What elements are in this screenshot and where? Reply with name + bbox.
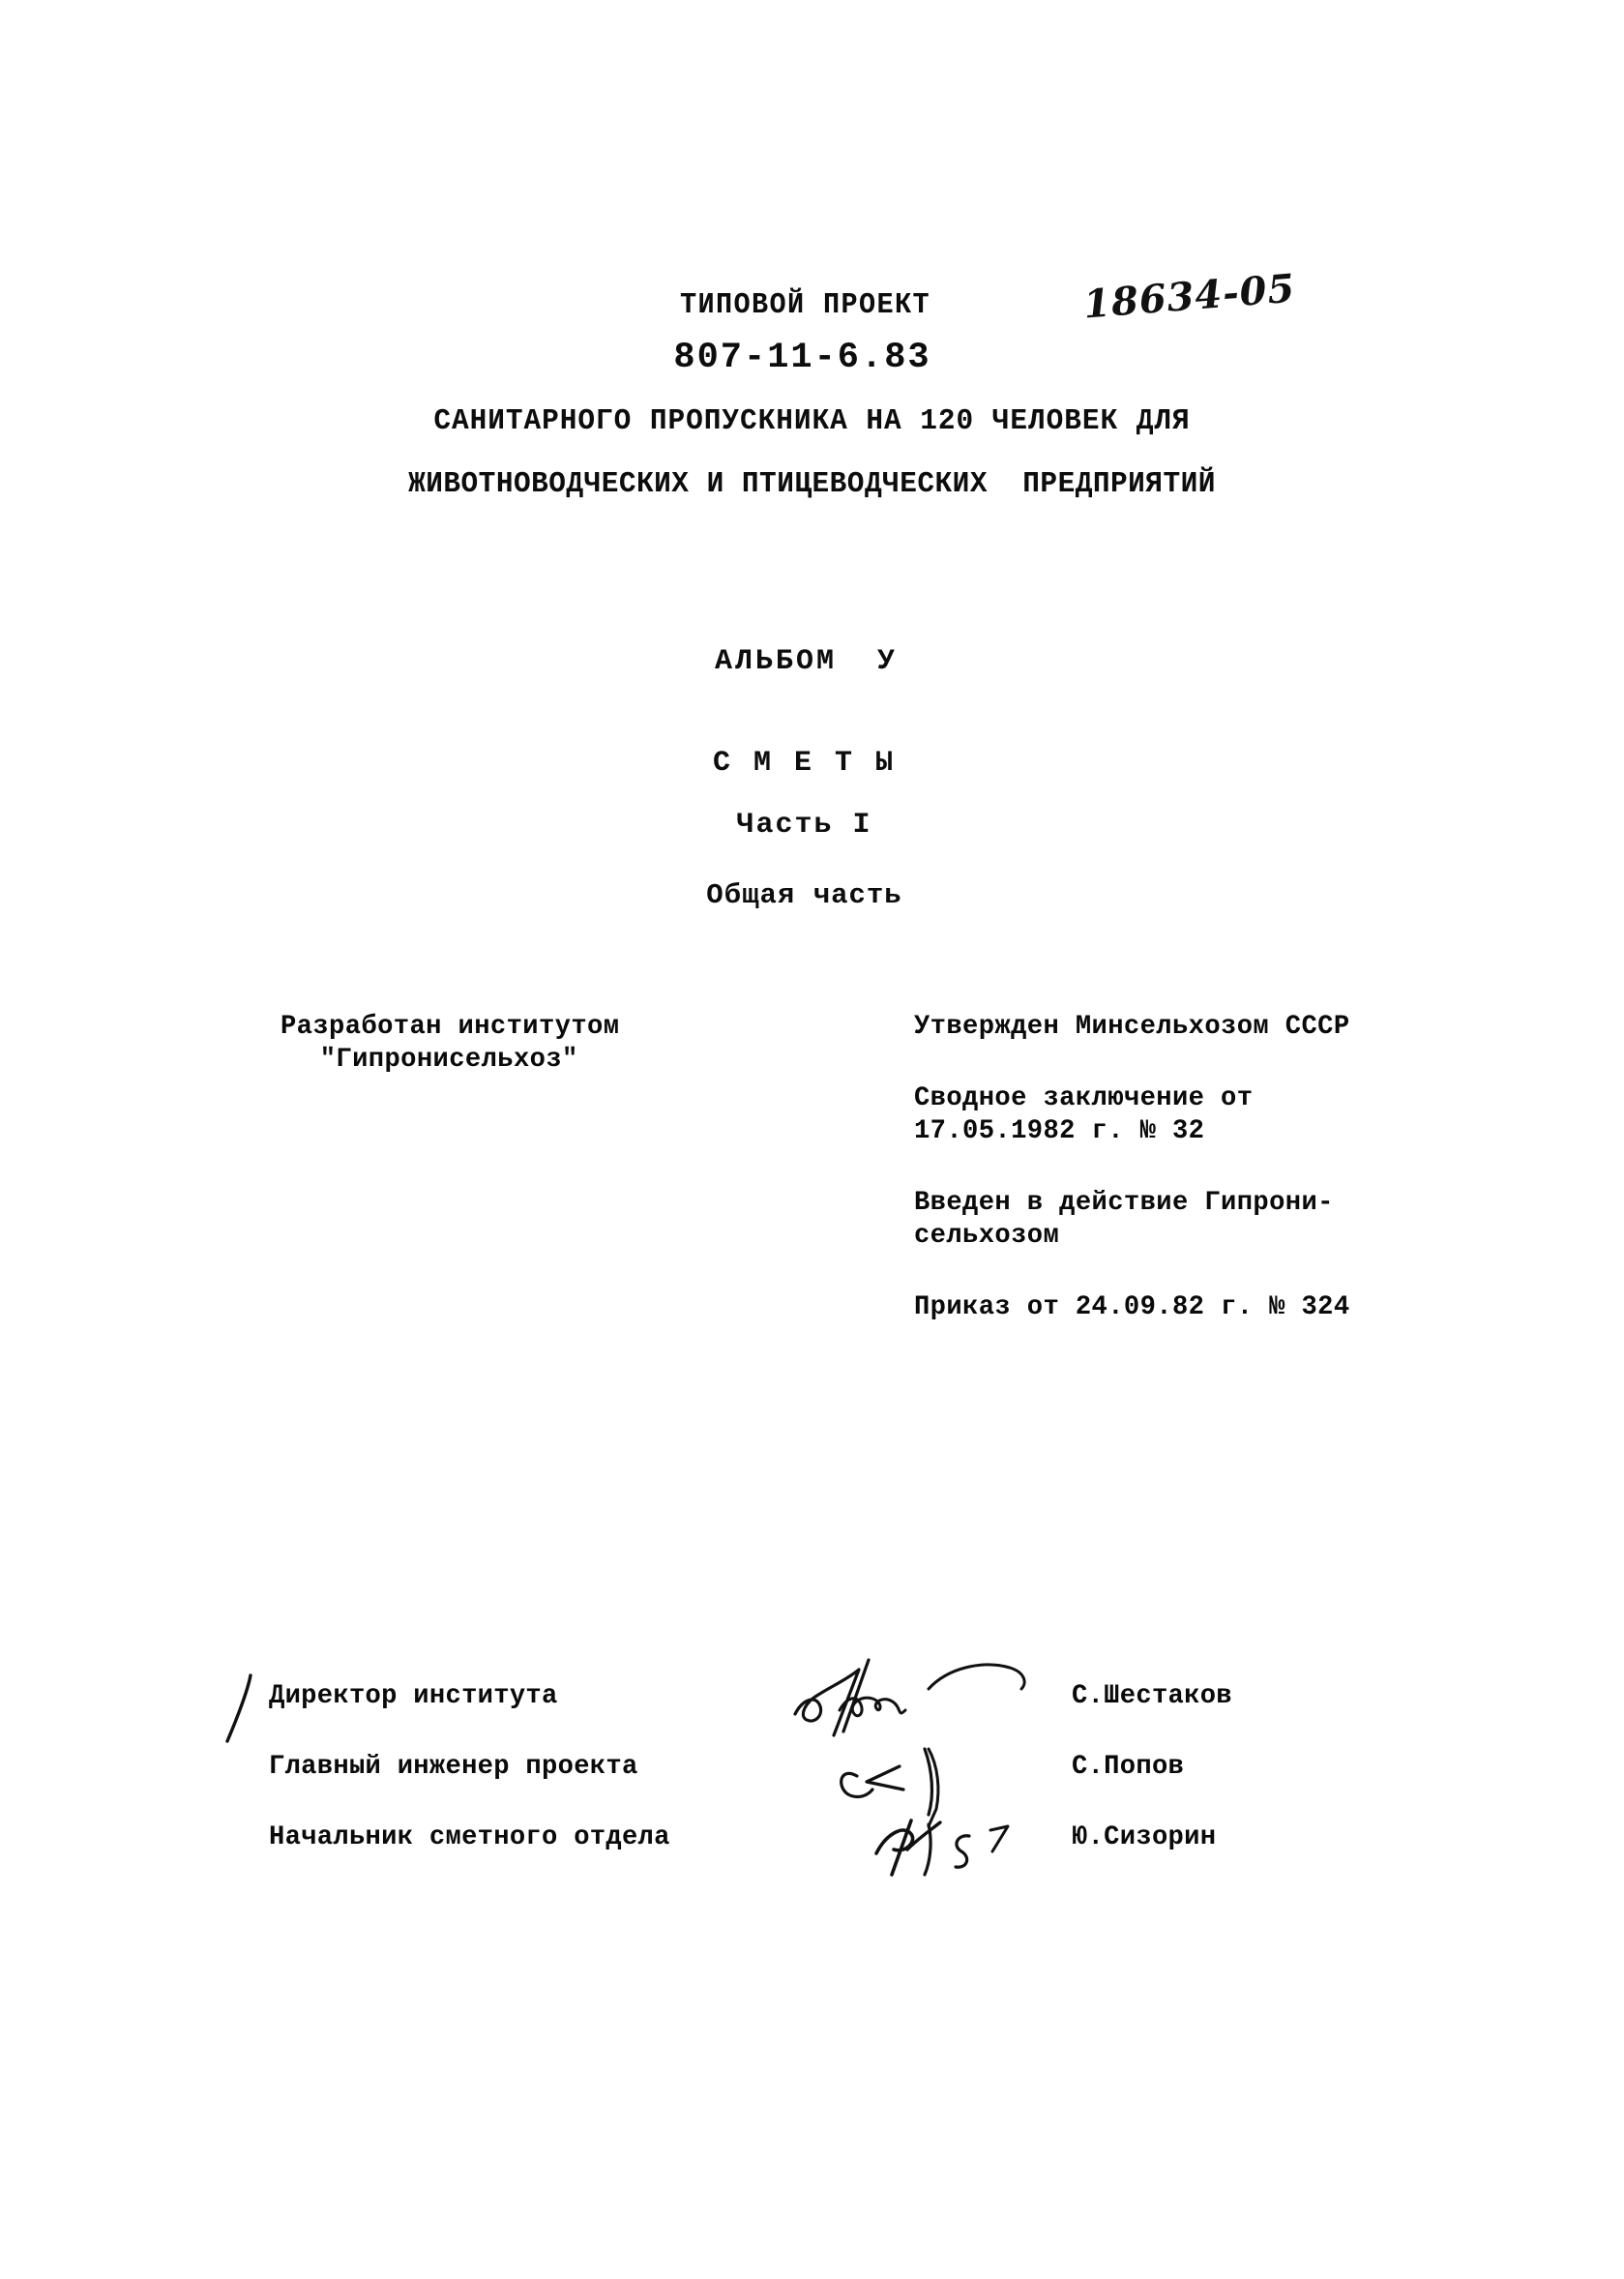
signatory-name: Ю.Сизорин [1072, 1822, 1217, 1852]
signature-row: Начальник сметного отдела Ю.Сизорин [269, 1822, 1352, 1893]
signatory-name: С.Шестаков [1072, 1681, 1232, 1711]
conclusion-line-2: 17.05.1982 г. № 32 [914, 1116, 1205, 1146]
order-line: Приказ от 24.09.82 г. № 324 [914, 1292, 1350, 1322]
handwritten-slash-mark [225, 1673, 252, 1743]
developer-column: Разработан институтом "Гипронисельхоз" [281, 1014, 822, 1074]
signatory-role: Директор института [269, 1681, 558, 1711]
section-title: С М Е Т Ы [712, 747, 897, 780]
project-type-kicker: ТИПОВОЙ ПРОЕКТ [680, 288, 930, 322]
signature-row: Директор института С.Шестаков [269, 1681, 1352, 1752]
document-page: ТИПОВОЙ ПРОЕКТ 807-11-6.83 18634-05 САНИ… [0, 0, 1624, 2279]
signature-block: Директор института С.Шестаков Главный ин… [269, 1681, 1352, 1893]
developer-institute-name: "Гипронисельхоз" [319, 1045, 578, 1075]
project-code: 807-11-6.83 [673, 338, 931, 378]
project-subtitle-line-1: САНИТАРНОГО ПРОПУСКНИКА НА 120 ЧЕЛОВЕК Д… [433, 404, 1191, 438]
conclusion-line-1: Сводное заключение от [914, 1083, 1254, 1113]
signatory-role: Начальник сметного отдела [269, 1822, 670, 1852]
signatory-name: С.Попов [1072, 1752, 1185, 1782]
approval-column: Утвержден Минсельхозом СССР Сводное закл… [914, 1014, 1514, 1321]
developed-by-label: Разработан институтом [281, 1012, 620, 1042]
signature-row: Главный инженер проекта С.Попов [269, 1752, 1352, 1822]
enacted-line-1: Введен в действие Гипрони- [914, 1188, 1334, 1218]
album-label: АЛЬБОМ У [714, 645, 899, 678]
part-number: Часть I [736, 809, 872, 842]
part-subtitle: Общая часть [706, 879, 902, 911]
approved-by-line: Утвержден Минсельхозом СССР [914, 1012, 1350, 1042]
enacted-line-2: сельхозом [914, 1221, 1060, 1251]
signatory-role: Главный инженер проекта [269, 1752, 638, 1782]
project-subtitle-line-2: ЖИВОТНОВОДЧЕСКИХ И ПТИЦЕВОДЧЕСКИХ ПРЕДПР… [408, 467, 1216, 501]
